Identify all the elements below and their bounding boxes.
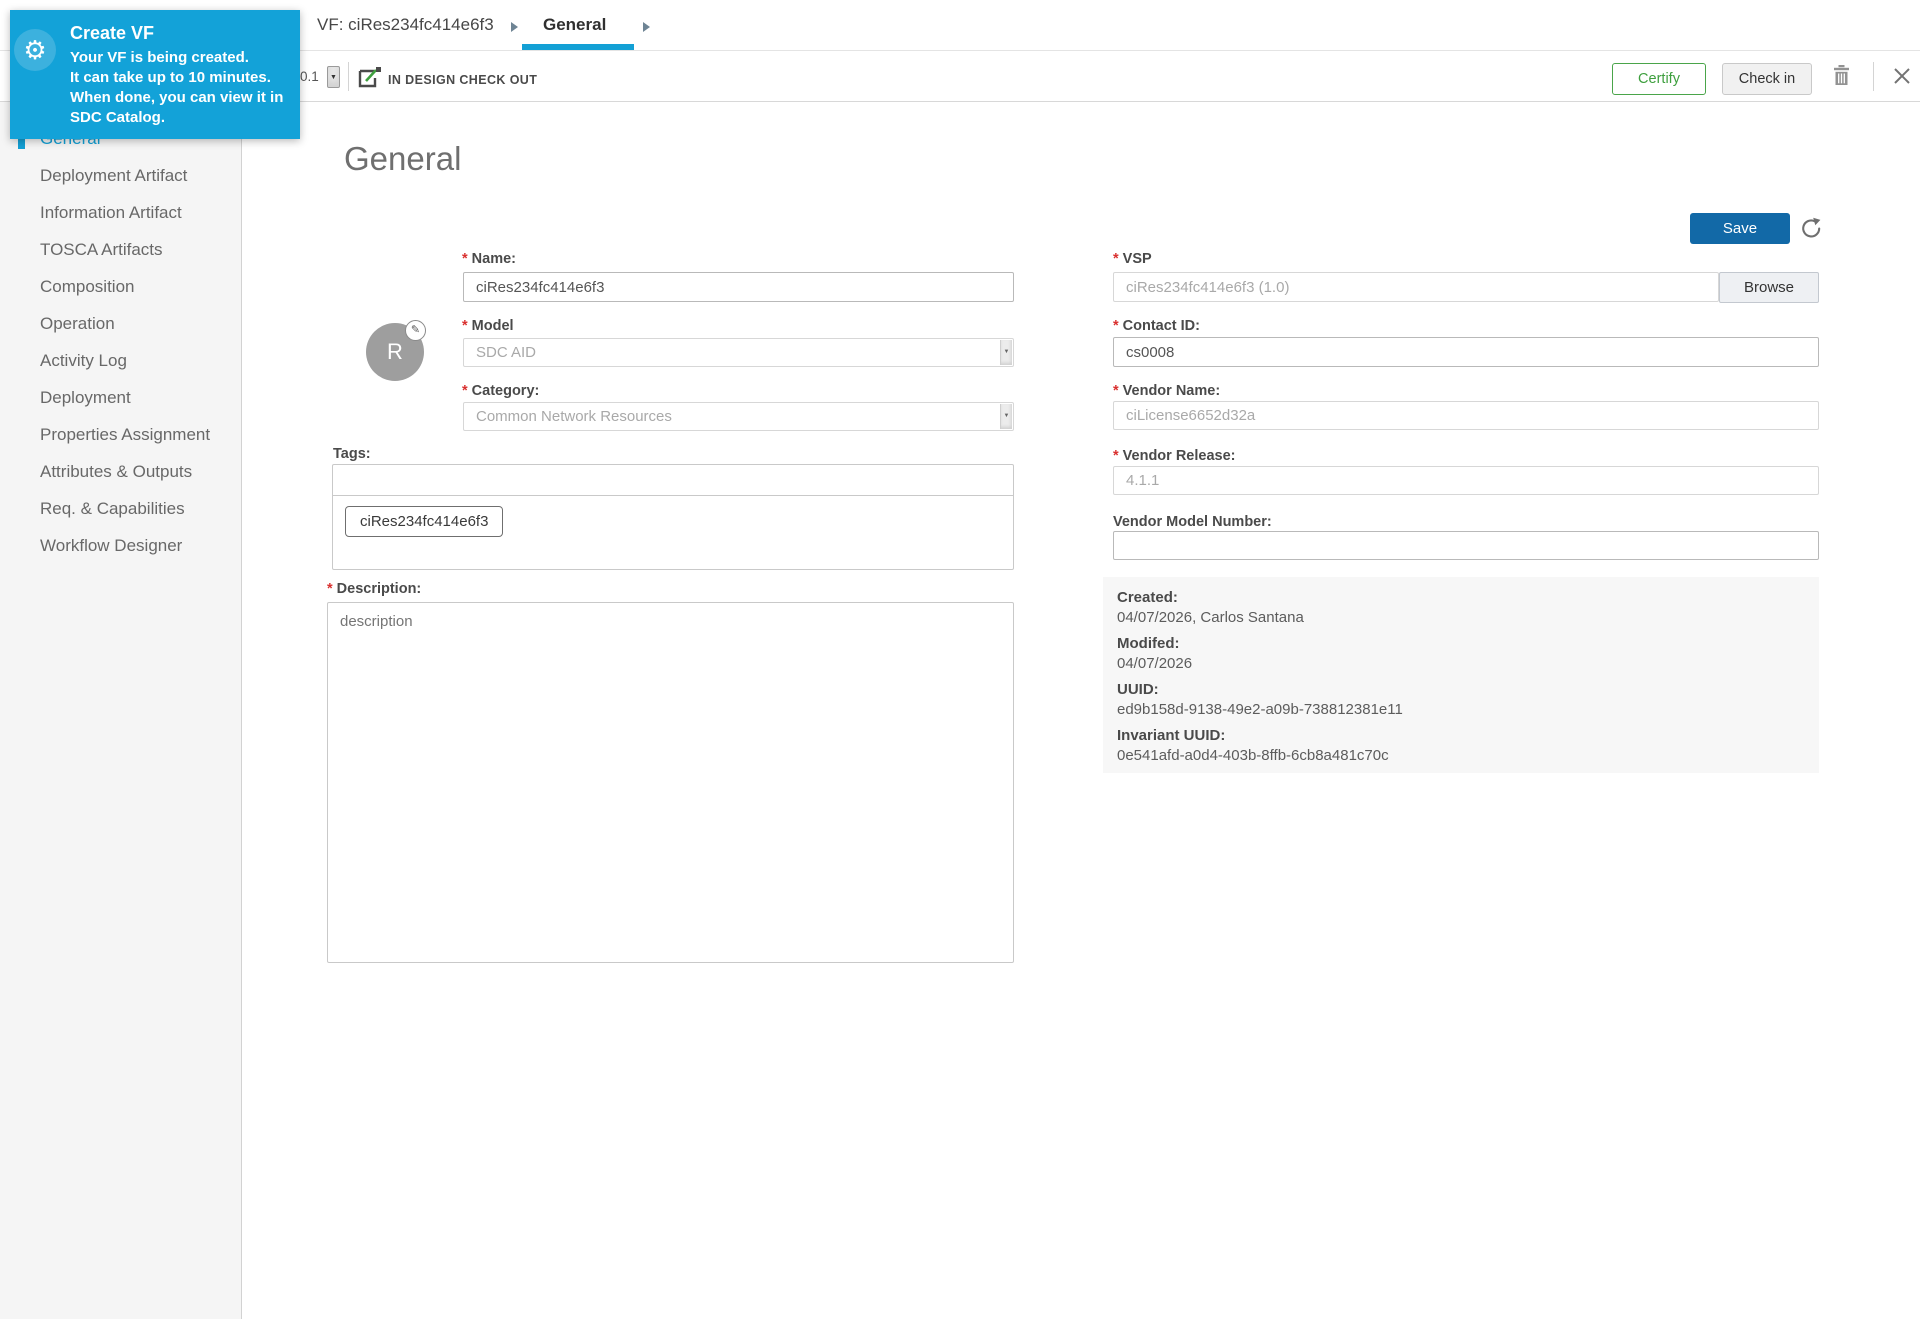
model-select[interactable]: SDC AID ▼ [463,338,1014,367]
vsp-input [1113,272,1719,302]
vendor-model-number-input[interactable] [1113,531,1819,560]
category-select[interactable]: Common Network Resources ▼ [463,402,1014,431]
vendor-release-label: *Vendor Release: [1113,448,1235,464]
sidebar-item-attributes-outputs[interactable]: Attributes & Outputs [0,453,241,490]
modified-label: Modifed: [1117,634,1805,654]
active-tab-underline [522,44,634,50]
check-in-button[interactable]: Check in [1722,63,1812,95]
tag-chip[interactable]: ciRes234fc414e6f3 [345,506,503,537]
sdc-workspace: VF: ciRes234fc414e6f3 General V0.1 ▼ IN … [0,0,1920,1319]
toolbar-divider [348,62,349,91]
sidebar-item-req-capabilities[interactable]: Req. & Capabilities [0,490,241,527]
delete-icon[interactable] [1833,65,1850,91]
name-label: *Name: [462,251,516,267]
created-value: 04/07/2026, Carlos Santana [1117,608,1805,628]
tags-label: Tags: [333,446,371,462]
tab-general[interactable]: General [543,15,606,35]
required-marker: * [1113,318,1119,334]
metadata-panel: Created: 04/07/2026, Carlos Santana Modi… [1103,577,1819,773]
left-nav: General Deployment Artifact Information … [0,102,242,1319]
category-label: *Category: [462,383,539,399]
save-button[interactable]: Save [1690,213,1790,244]
sidebar-item-workflow-designer[interactable]: Workflow Designer [0,527,241,564]
model-value: SDC AID [476,344,536,361]
sidebar-item-deployment-artifact[interactable]: Deployment Artifact [0,157,241,194]
contact-id-input[interactable] [1113,337,1819,367]
description-textarea[interactable]: description [327,602,1014,963]
sidebar-item-operation[interactable]: Operation [0,305,241,342]
page-title: General [344,140,461,178]
close-icon[interactable] [1894,68,1910,89]
contact-id-label: *Contact ID: [1113,318,1200,334]
vendor-name-label: *Vendor Name: [1113,383,1220,399]
uuid-label: UUID: [1117,680,1805,700]
sidebar-item-tosca-artifacts[interactable]: TOSCA Artifacts [0,231,241,268]
required-marker: * [462,383,468,399]
required-marker: * [1113,251,1119,267]
invariant-uuid-value: 0e541afd-a0d4-403b-8ffb-6cb8a481c70c [1117,746,1805,766]
revert-icon[interactable] [1800,217,1823,245]
edit-avatar-icon[interactable]: ✎ [405,320,426,341]
gear-icon: ⚙ [14,29,56,71]
create-vf-toast: ⚙ Create VF Your VF is being created. It… [10,10,300,139]
model-label: *Model [462,318,514,334]
breadcrumb-caret-icon [510,20,519,38]
breadcrumb-vf-title: VF: ciRes234fc414e6f3 [317,15,494,35]
sidebar-item-deployment[interactable]: Deployment [0,379,241,416]
invariant-uuid-label: Invariant UUID: [1117,726,1805,746]
toast-title: Create VF [70,23,154,44]
toast-message: Your VF is being created. It can take up… [70,48,296,128]
toolbar-divider [1873,62,1874,91]
check-out-icon [357,66,382,94]
chevron-down-icon[interactable]: ▼ [1000,340,1012,365]
required-marker: * [1113,383,1119,399]
vsp-label: *VSP [1113,251,1152,267]
vendor-name-input [1113,401,1819,430]
sidebar-item-composition[interactable]: Composition [0,268,241,305]
created-label: Created: [1117,588,1805,608]
description-label: *Description: [327,581,421,597]
sidebar-item-information-artifact[interactable]: Information Artifact [0,194,241,231]
vendor-release-input [1113,466,1819,495]
lifecycle-status-text: IN DESIGN CHECK OUT [388,73,537,87]
category-value: Common Network Resources [476,408,672,425]
required-marker: * [462,251,468,267]
chevron-down-icon[interactable]: ▼ [1000,404,1012,429]
name-input[interactable] [463,272,1014,302]
modified-value: 04/07/2026 [1117,654,1805,674]
breadcrumb-caret-icon [642,20,651,38]
required-marker: * [327,581,333,597]
sidebar-item-activity-log[interactable]: Activity Log [0,342,241,379]
tags-container: ciRes234fc414e6f3 [332,464,1014,570]
vendor-model-number-label: Vendor Model Number: [1113,514,1272,530]
sidebar-item-properties-assignment[interactable]: Properties Assignment [0,416,241,453]
tags-input[interactable] [333,465,1013,496]
required-marker: * [1113,448,1119,464]
uuid-value: ed9b158d-9138-49e2-a09b-738812381e11 [1117,700,1805,720]
browse-button[interactable]: Browse [1719,272,1819,303]
certify-button[interactable]: Certify [1612,63,1706,95]
version-dropdown[interactable]: ▼ [327,66,340,88]
required-marker: * [462,318,468,334]
